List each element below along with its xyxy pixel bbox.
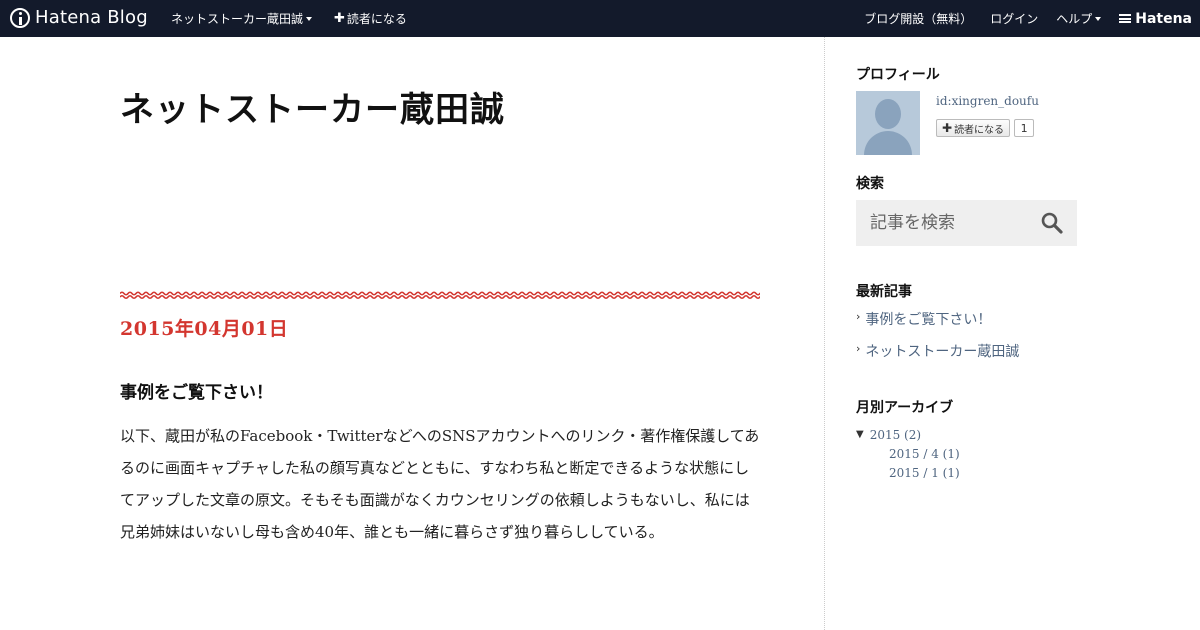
hatena-brand-link[interactable]: Hatena [1119,11,1192,27]
header-nav-left: ネットストーカー蔵田誠 ✚ 読者になる [171,0,429,37]
header-subscribe-button[interactable]: ✚ 読者になる [334,10,407,27]
blog-title[interactable]: ネットストーカー蔵田誠 [120,88,760,132]
subscribe-label: 読者になる [954,124,1005,136]
subscribe-button[interactable]: ✚ 読者になる [936,119,1011,137]
plus-icon: ✚ [334,11,345,26]
search-title: 検索 [856,176,884,192]
blog-menu-label: ネットストーカー蔵田誠 [171,12,304,26]
logo-text: Hatena Blog [35,7,148,28]
help-dropdown[interactable]: ヘルプ [1056,10,1102,27]
main-column: ネットストーカー蔵田誠 2015年04月01日 事例をご覧下さい！ 以下、蔵田が… [120,37,760,541]
recent-entry[interactable]: › 事例をご覧下さい！ [856,309,1019,341]
open-blog-link[interactable]: ブログ開設（無料） [864,10,972,27]
archive-year[interactable]: ▼ 2015 (2) [856,425,960,444]
global-header: Hatena Blog ネットストーカー蔵田誠 ✚ 読者になる ブログ開設（無料… [0,0,1200,37]
header-subscribe-label: 読者になる [346,12,407,26]
archive-title: 月別アーカイブ [856,400,954,416]
hatena-blog-logo[interactable]: Hatena Blog [10,7,148,28]
avatar-body [864,131,912,155]
plus-icon: ✚ [942,121,953,135]
archive-year-label: 2015 (2) [869,427,922,442]
caret-down-icon [1095,16,1102,21]
chevron-right-icon: › [856,342,861,355]
search-icon [1041,212,1063,234]
profile-subscribe: ✚ 読者になる 1 [936,119,1035,137]
header-nav-right: ブログ開設（無料） ログイン ヘルプ Hatena [846,0,1192,37]
column-divider [824,37,825,630]
entry-title[interactable]: 事例をご覧下さい！ [120,378,273,403]
recent-entry-label: ネットストーカー蔵田誠 [865,344,1020,360]
help-label: ヘルプ [1056,12,1093,26]
entry-date[interactable]: 2015年04月01日 [120,314,288,341]
search-box [856,200,1077,246]
hatena-logo-icon [10,7,30,28]
archive-month[interactable]: 2015 / 1 (1) [856,463,960,482]
archive-month[interactable]: 2015 / 4 (1) [856,444,960,463]
wavy-divider [120,291,760,300]
archive-list: ▼ 2015 (2) 2015 / 4 (1) 2015 / 1 (1) [856,425,960,482]
avatar[interactable] [856,91,920,155]
profile-id-link[interactable]: id:xingren_doufu [936,94,1039,108]
entry-body: 以下、蔵田が私のFacebook・TwitterなどへのSNSアカウントへのリン… [120,427,760,541]
subscriber-count[interactable]: 1 [1014,119,1035,137]
recent-entry-label: 事例をご覧下さい！ [865,312,992,328]
search-input[interactable] [856,200,1036,246]
login-link[interactable]: ログイン [990,10,1038,27]
caret-down-icon [306,16,313,21]
recent-entries-list: › 事例をご覧下さい！ › ネットストーカー蔵田誠 [856,309,1019,373]
search-button[interactable] [1040,211,1064,235]
profile-title: プロフィール [856,67,940,83]
triangle-down-icon[interactable]: ▼ [856,429,864,440]
hatena-brand-icon [1119,14,1132,23]
recent-entry[interactable]: › ネットストーカー蔵田誠 [856,341,1019,373]
blog-menu-dropdown[interactable]: ネットストーカー蔵田誠 [171,10,313,27]
avatar-head [875,99,901,129]
recent-entries-title: 最新記事 [856,284,912,300]
chevron-right-icon: › [856,310,861,323]
hatena-brand-label: Hatena [1135,10,1192,27]
